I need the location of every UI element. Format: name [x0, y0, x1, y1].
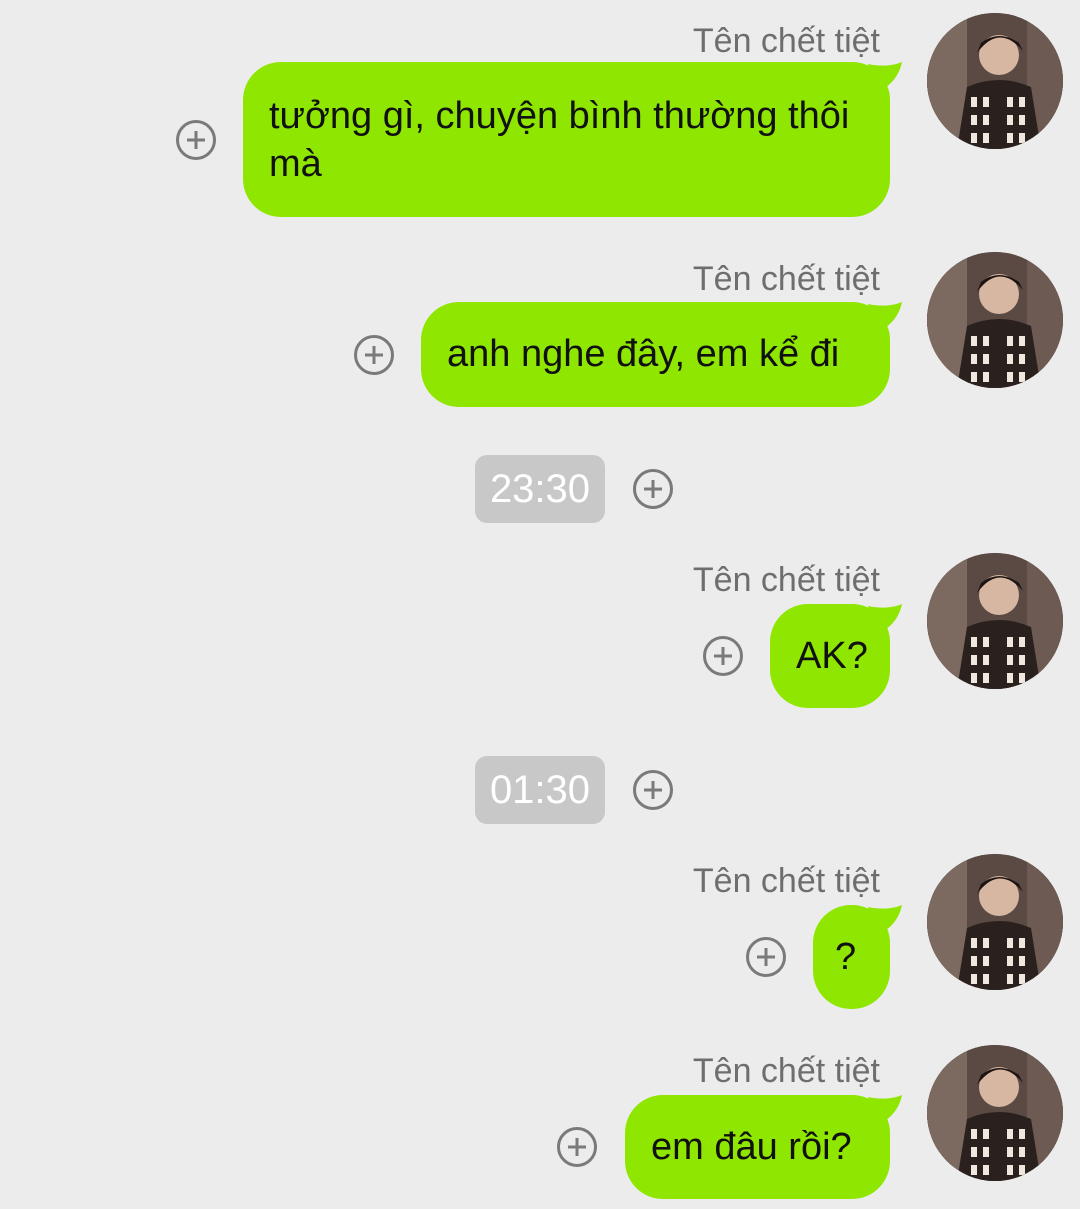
message-text: tưởng gì, chuyện bình thường thôi mà: [269, 95, 850, 185]
sender-name: Tên chết tiệt: [692, 22, 880, 60]
message-text: ?: [835, 936, 857, 978]
add-reaction-button[interactable]: [633, 469, 673, 509]
message-bubble[interactable]: tưởng gì, chuyện bình thường thôi mà: [243, 62, 890, 217]
message-text: AK?: [796, 635, 868, 677]
bubble-tail: [868, 302, 902, 332]
add-reaction-button[interactable]: [176, 120, 216, 160]
message-text: anh nghe đây, em kể đi: [447, 333, 840, 375]
sender-name: Tên chết tiệt: [692, 862, 880, 900]
add-reaction-button[interactable]: [703, 636, 743, 676]
add-reaction-button[interactable]: [557, 1127, 597, 1167]
message-text: em đâu rồi?: [651, 1126, 852, 1168]
avatar[interactable]: [927, 1045, 1063, 1181]
timestamp-chip: 01:30: [475, 756, 605, 824]
bubble-tail: [868, 604, 902, 634]
message-bubble[interactable]: em đâu rồi?: [625, 1095, 890, 1199]
message-bubble[interactable]: anh nghe đây, em kể đi: [421, 302, 890, 407]
sender-name: Tên chết tiệt: [692, 260, 880, 298]
bubble-tail: [868, 1095, 902, 1125]
sender-name: Tên chết tiệt: [692, 1052, 880, 1090]
avatar[interactable]: [927, 553, 1063, 689]
add-reaction-button[interactable]: [746, 937, 786, 977]
timestamp-chip: 23:30: [475, 455, 605, 523]
bubble-tail: [868, 905, 902, 935]
avatar[interactable]: [927, 13, 1063, 149]
add-reaction-button[interactable]: [354, 335, 394, 375]
add-reaction-button[interactable]: [633, 770, 673, 810]
bubble-tail: [868, 62, 902, 92]
avatar[interactable]: [927, 854, 1063, 990]
sender-name: Tên chết tiệt: [692, 561, 880, 599]
avatar[interactable]: [927, 252, 1063, 388]
